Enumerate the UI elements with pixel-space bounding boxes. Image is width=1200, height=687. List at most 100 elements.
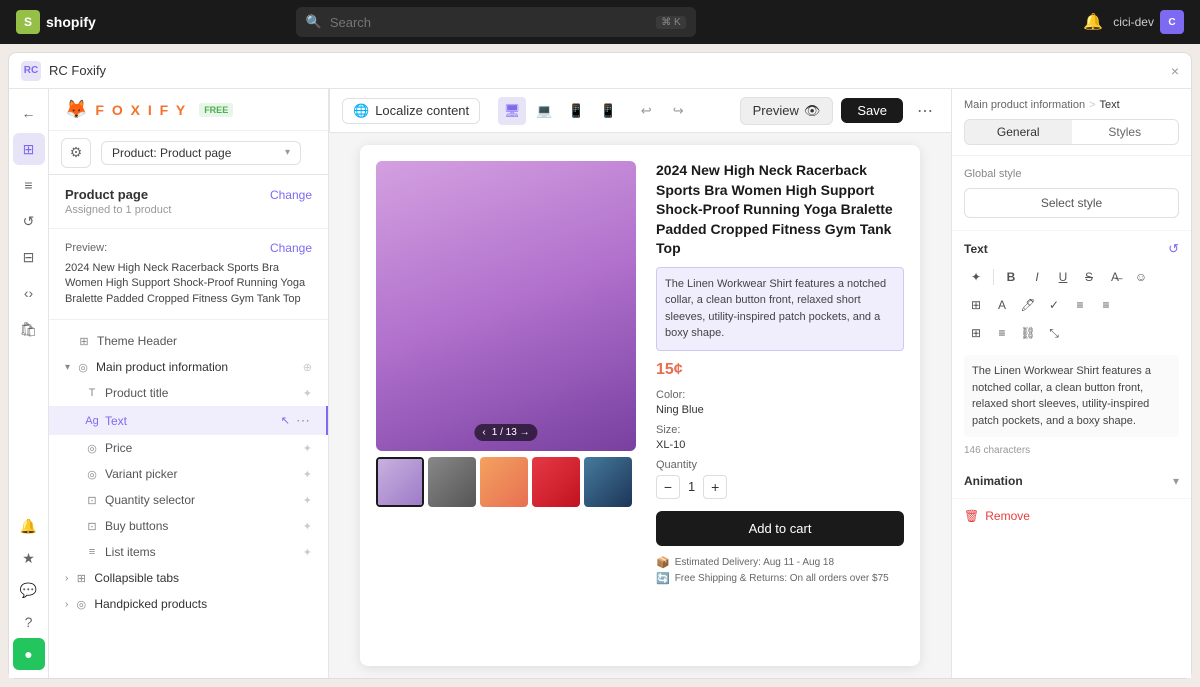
app-title: RC Foxify [49,63,106,78]
sidebar-help-icon[interactable]: ? [13,606,45,638]
text-tool-table[interactable]: ⊞ [964,321,988,345]
thumbnail-1[interactable] [376,457,424,507]
laptop-device-button[interactable]: 💻 [530,97,558,125]
text-tool-list-unordered[interactable]: ≡ [1094,293,1118,317]
sidebar-item-handpicked-products[interactable]: › ◎ Handpicked products [49,591,328,617]
sidebar-item-theme-header[interactable]: ⊞ Theme Header [49,328,328,354]
notification-button[interactable]: 🔔 [1083,12,1103,32]
text-toolbar-row-1: ✦ B I U S A̶ ☺ [952,263,1191,291]
section-icon: ⊞ [77,334,91,348]
cursor-icon: ↖ [281,414,290,427]
img-prev-icon[interactable]: ‹ [482,427,485,438]
chevron-right-2-icon: › [65,599,68,610]
sidebar-item-price[interactable]: ◎ Price ✦ [49,435,328,461]
text-tool-highlight[interactable]: 🖊 [1016,293,1040,317]
price-icon: ◎ [85,441,99,455]
page-selector-text: Product: Product page [112,146,231,160]
thumbnail-3[interactable] [480,457,528,507]
desktop-device-button[interactable]: 🖥 [498,97,526,125]
settings-button[interactable]: ⚙ [61,138,91,168]
more-icon[interactable]: ⋯ [296,412,310,429]
product-preview-frame: ‹ 1 / 13 → [360,145,920,666]
preview-button[interactable]: Preview 👁 [740,97,834,125]
foxify-badge: FREE [199,103,233,117]
sidebar-item-variant-picker[interactable]: ◎ Variant picker ✦ [49,461,328,487]
tab-general[interactable]: General [965,120,1072,144]
sidebar-item-buy-buttons[interactable]: ⊡ Buy buttons ✦ [49,513,328,539]
text-reset-button[interactable]: ↺ [1168,241,1179,257]
sidebar-star-icon[interactable]: ★ [13,542,45,574]
sidebar-refresh-icon[interactable]: ↺ [13,205,45,237]
text-tool-link[interactable]: ⛓ [1016,321,1040,345]
sidebar-status-icon[interactable]: ● [13,638,45,670]
select-style-button[interactable]: Select style [964,188,1179,218]
text-tool-strikethrough[interactable]: S [1077,265,1101,289]
global-style-section: Global style Select style [952,156,1191,231]
text-tool-image[interactable]: ⊞ [964,293,988,317]
chevron-right-icon: › [65,573,68,584]
image-nav[interactable]: ‹ 1 / 13 → [474,424,537,441]
thumbnail-4[interactable] [532,457,580,507]
thumbnails-row [376,457,636,507]
mobile-device-button[interactable]: 📱 [594,97,622,125]
editor-toolbar: ⚙ Product: Product page ▾ [49,131,328,175]
sidebar-chat-icon[interactable]: 💬 [13,574,45,606]
add-to-cart-button[interactable]: Add to cart [656,511,904,546]
sidebar-bag-icon[interactable]: 🛍 [13,313,45,345]
buy-label: Buy buttons [105,519,297,533]
product-title-label: Product title [105,386,297,400]
sidebar-layout-icon[interactable]: ⊞ [13,133,45,165]
shopify-logo: S shopify [16,10,96,34]
quantity-decrease-button[interactable]: − [656,475,680,499]
search-bar[interactable]: 🔍 ⌘ K [296,7,696,37]
sidebar-back-icon[interactable]: ← [13,97,45,129]
text-tool-indent[interactable]: ≡ [990,321,1014,345]
sidebar-grid-icon[interactable]: ⊟ [13,241,45,273]
text-tool-expand[interactable]: ⤡ [1042,321,1066,345]
sidebar-bell-icon[interactable]: 🔔 [13,510,45,542]
animation-header[interactable]: Animation ▾ [964,474,1179,488]
sidebar-item-main-product[interactable]: ▾ ◎ Main product information ⊕ [49,354,328,380]
sidebar-item-list-items[interactable]: ≡ List items ✦ [49,539,328,565]
sidebar-list-icon[interactable]: ≡ [13,169,45,201]
text-tool-italic[interactable]: I [1025,265,1049,289]
delivery-text: Estimated Delivery: Aug 11 - Aug 18 [675,557,834,568]
thumbnail-5[interactable] [584,457,632,507]
text-tool-check[interactable]: ✓ [1042,293,1066,317]
text-tool-list-ordered[interactable]: ≡ [1068,293,1092,317]
search-shortcut: ⌘ K [656,16,685,29]
remove-button[interactable]: 🗑 Remove [964,509,1179,523]
text-tool-font-size[interactable]: A̶ [1103,265,1127,289]
more-options-button[interactable]: ⋯ [911,97,939,125]
sidebar-item-quantity-selector[interactable]: ⊡ Quantity selector ✦ [49,487,328,513]
preview-change-button[interactable]: Change [270,241,312,255]
sidebar-code-icon[interactable]: ‹› [13,277,45,309]
redo-button[interactable]: ↪ [664,97,692,125]
quantity-increase-button[interactable]: + [703,475,727,499]
text-tool-underline[interactable]: U [1051,265,1075,289]
localize-button[interactable]: 🌐 Localize content [342,98,480,124]
thumbnail-2[interactable] [428,457,476,507]
text-tool-color[interactable]: A [990,293,1014,317]
text-tool-bold[interactable]: B [999,265,1023,289]
handpicked-icon: ◎ [74,597,88,611]
search-input[interactable] [330,15,648,30]
text-tool-emoji[interactable]: ☺ [1129,265,1153,289]
user-chip[interactable]: cici-dev C [1113,10,1184,34]
color-label: Color: [656,389,904,401]
sidebar-item-product-title[interactable]: T Product title ✦ [49,380,328,406]
sidebar-item-collapsible-tabs[interactable]: › ⊞ Collapsible tabs [49,565,328,591]
tablet-device-button[interactable]: 📱 [562,97,590,125]
group-icon: ◎ [76,360,90,374]
tab-styles[interactable]: Styles [1072,120,1179,144]
save-button[interactable]: Save [841,98,903,123]
text-tool-sparkle[interactable]: ✦ [964,265,988,289]
shipping-info: 🔄 Free Shipping & Returns: On all orders… [656,572,904,585]
top-bar-right: 🔔 cici-dev C [1083,10,1184,34]
close-button[interactable]: × [1171,63,1179,79]
page-selector[interactable]: Product: Product page ▾ [101,141,301,165]
sidebar-item-text[interactable]: Ag Text ↖ ⋯ [49,406,328,435]
panel-change-button[interactable]: Change [270,188,312,202]
foxify-header: 🦊 F O X I F Y FREE [49,89,328,131]
undo-button[interactable]: ↩ [632,97,660,125]
